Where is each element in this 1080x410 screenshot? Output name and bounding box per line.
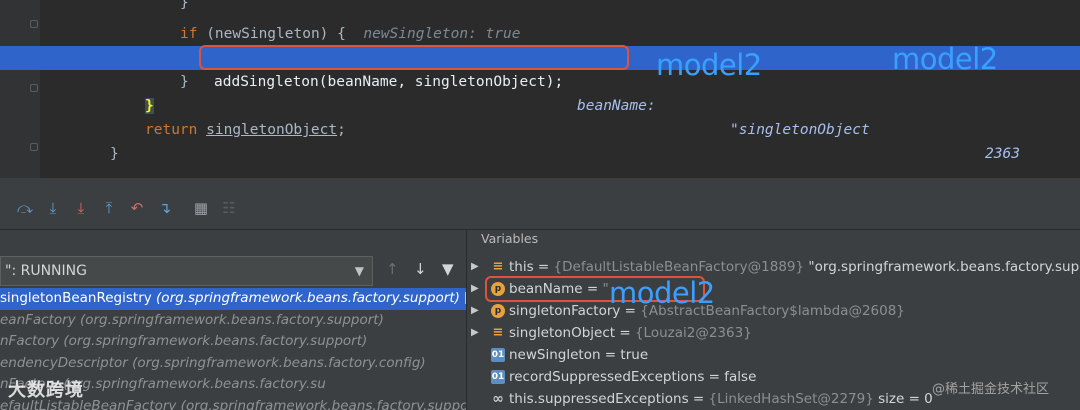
watermark-logo: 大数跨境 [8, 380, 84, 401]
model2-label: model2 [892, 42, 998, 76]
code-line: } [110, 146, 119, 162]
stack-frame[interactable]: nFactory (org.springframework.beans.fact… [0, 331, 468, 353]
force-step-into-icon[interactable]: ⤓ [72, 199, 90, 217]
trace-icon[interactable]: ☷ [220, 199, 238, 217]
code-line: return singletonObject; [145, 122, 346, 138]
field-list-icon: ≡ [492, 325, 504, 340]
chevron-down-icon: ▼ [354, 264, 364, 278]
fold-marker[interactable] [30, 20, 38, 28]
local-variable-icon: 01 [491, 348, 505, 362]
variable-row[interactable]: 01 newSingleton = true [467, 344, 1080, 366]
field-list-icon: ≡ [492, 259, 504, 274]
up-arrow-icon[interactable]: ↑ [386, 260, 399, 278]
code-line: if (newSingleton) { newSingleton: true [180, 26, 521, 42]
variable-row[interactable]: ▶ ≡ this = {DefaultListableBeanFactory@1… [467, 256, 1080, 278]
variables-header: Variables [481, 231, 539, 246]
filter-icon[interactable]: ▼ [442, 260, 454, 278]
stack-frame[interactable]: eanFactory (org.springframework.beans.fa… [0, 310, 468, 332]
code-editor[interactable]: } if (newSingleton) { newSingleton: true… [0, 0, 1080, 178]
step-over-icon[interactable]: ⤼ [16, 199, 34, 217]
stack-frame[interactable]: singletonBeanRegistry (org.springframewo… [0, 288, 468, 310]
model2-label: model2 [609, 276, 715, 310]
code-line: } [180, 74, 189, 90]
parameter-icon: p [491, 304, 505, 318]
thread-dropdown[interactable]: ": RUNNING ▼ [0, 256, 373, 286]
debugger-panel: ⤼ ⤓ ⤓ ⤒ ↶ ↴ ▦ ☷ ": RUNNING ▼ ↑ ↓ ▼ singl… [0, 178, 1080, 410]
step-into-icon[interactable]: ⤓ [44, 199, 62, 217]
variable-row[interactable]: ▶ ≡ singletonObject = {Louzai2@2363} [467, 322, 1080, 344]
code-line: } [180, 0, 189, 11]
drop-frame-icon[interactable]: ↶ [128, 199, 146, 217]
watermark-text: @稀土掘金技术社区 [932, 382, 1050, 397]
down-arrow-icon[interactable]: ↓ [414, 260, 427, 278]
annotation-box [199, 45, 629, 70]
evaluate-icon[interactable]: ▦ [192, 199, 210, 217]
expand-arrow-icon[interactable]: ▶ [471, 278, 479, 300]
code-line: } [145, 98, 154, 114]
local-variable-icon: 01 [491, 370, 505, 384]
expand-arrow-icon[interactable]: ▶ [471, 256, 479, 278]
expand-arrow-icon[interactable]: ▶ [471, 322, 479, 344]
expand-arrow-icon[interactable]: ▶ [471, 300, 479, 322]
stack-frame[interactable]: endencyDescriptor (org.springframework.b… [0, 353, 468, 375]
model2-label: model2 [656, 48, 762, 82]
run-to-cursor-icon[interactable]: ↴ [156, 199, 174, 217]
debugger-toolbar: ⤼ ⤓ ⤓ ⤒ ↶ ↴ ▦ ☷ [0, 190, 1080, 230]
variable-row[interactable]: ▶ p singletonFactory = {AbstractBeanFact… [467, 300, 1080, 322]
step-out-icon[interactable]: ⤒ [100, 199, 118, 217]
infinity-watch-icon: ∞ [492, 391, 504, 407]
